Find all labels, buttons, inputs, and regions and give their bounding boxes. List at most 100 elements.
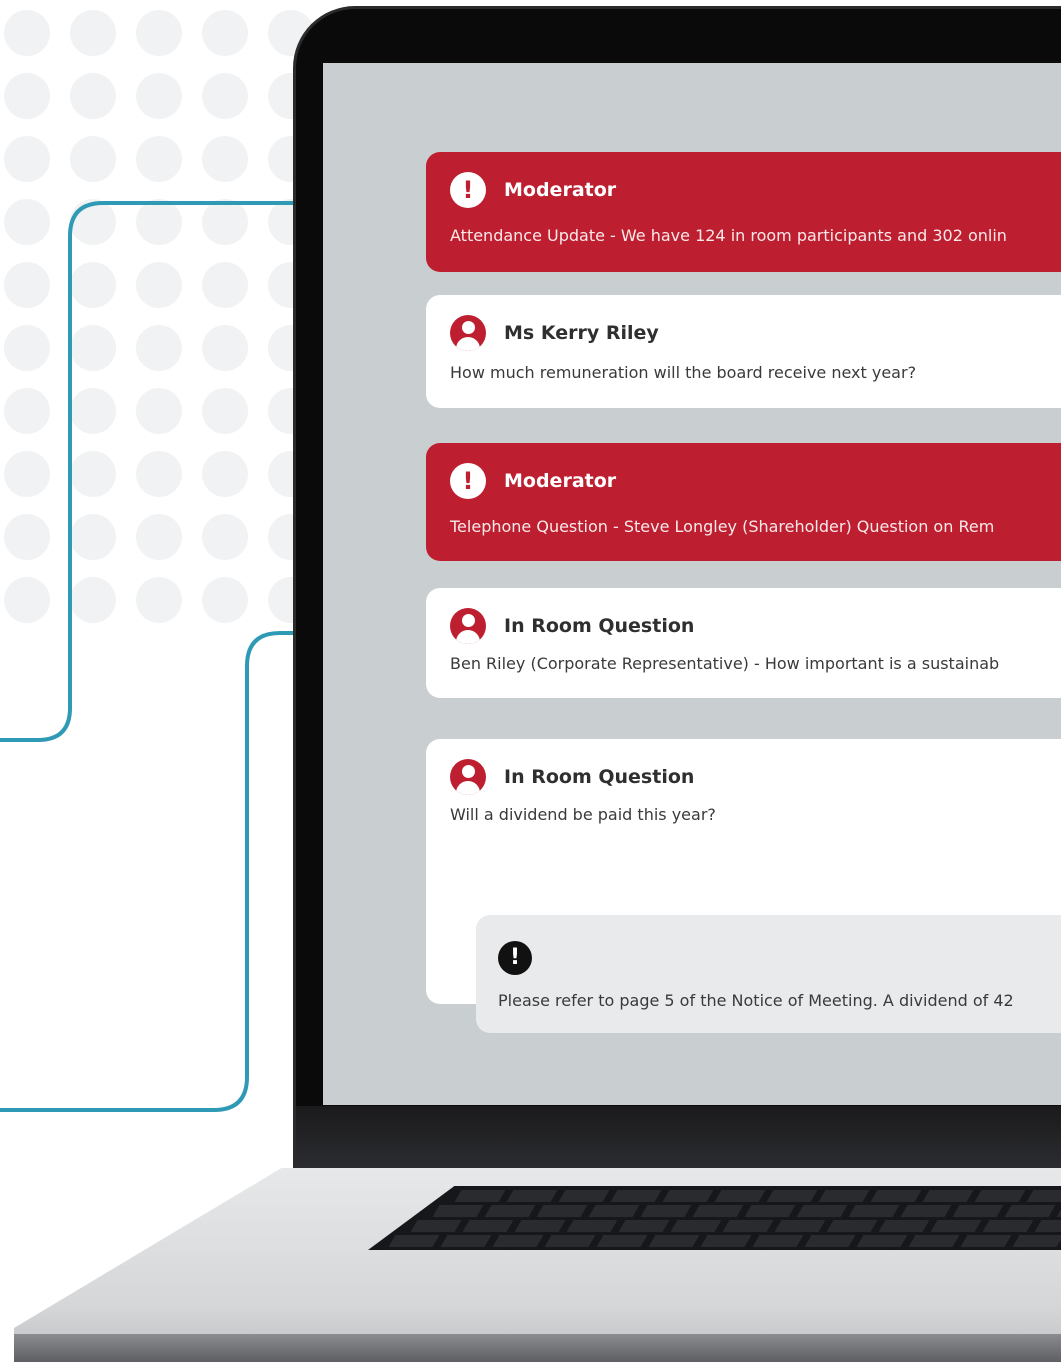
decorative-dot [202, 199, 248, 245]
keyboard-key [536, 1205, 588, 1217]
keyboard-key [1056, 1205, 1061, 1217]
keyboard-key [744, 1205, 796, 1217]
keyboard-key [700, 1235, 752, 1247]
message-author: Moderator [504, 179, 617, 201]
keyboard-key [640, 1205, 692, 1217]
keyboard-key [930, 1220, 982, 1232]
decorative-dot [70, 262, 116, 308]
keyboard-key [1034, 1220, 1061, 1232]
user-icon [450, 315, 486, 351]
message-author: Ms Kerry Riley [504, 322, 659, 344]
decorative-dot [4, 325, 50, 371]
keyboard-key [804, 1235, 856, 1247]
keyboard-key [922, 1190, 974, 1202]
keyboard-key [462, 1220, 514, 1232]
moderator-message-card[interactable]: ! Moderator Telephone Question - Steve L… [426, 443, 1061, 561]
keyboard-key [566, 1220, 618, 1232]
laptop-keyboard [368, 1186, 1061, 1250]
decorative-dot [136, 325, 182, 371]
keyboard-key [492, 1235, 544, 1247]
keyboard-key [596, 1235, 648, 1247]
decorative-dot [202, 325, 248, 371]
decorative-dot [70, 514, 116, 560]
question-message-card[interactable]: Ms Kerry Riley How much remuneration wil… [426, 295, 1061, 408]
decorative-dot [70, 451, 116, 497]
message-text: How much remuneration will the board rec… [450, 363, 917, 382]
decorative-dot [202, 136, 248, 182]
keyboard-key [870, 1190, 922, 1202]
decorative-dot [136, 388, 182, 434]
decorative-dot [136, 73, 182, 119]
decorative-dot [4, 10, 50, 56]
keyboard-key [848, 1205, 900, 1217]
alert-icon: ! [450, 172, 486, 208]
decorative-dot [4, 577, 50, 623]
decorative-dot [136, 262, 182, 308]
alert-icon: ! [450, 463, 486, 499]
keyboard-key [662, 1190, 714, 1202]
keyboard-key [484, 1205, 536, 1217]
keyboard-key [774, 1220, 826, 1232]
user-icon [450, 759, 486, 795]
keyboard-key [714, 1190, 766, 1202]
decorative-dot [4, 388, 50, 434]
message-author: In Room Question [504, 615, 695, 637]
laptop-base-edge [14, 1334, 1061, 1362]
decorative-dot [136, 451, 182, 497]
keyboard-key [544, 1235, 596, 1247]
decorative-dot [70, 136, 116, 182]
decorative-dot [136, 10, 182, 56]
decorative-dot [202, 577, 248, 623]
decorative-dot [70, 577, 116, 623]
message-author: Moderator [504, 470, 617, 492]
keyboard-key [388, 1235, 440, 1247]
question-message-card[interactable]: In Room Question Will a dividend be paid… [426, 739, 1061, 1033]
decorative-dot [70, 10, 116, 56]
keyboard-key [610, 1190, 662, 1202]
keyboard-key [1012, 1235, 1061, 1247]
decorative-dot [4, 451, 50, 497]
decorative-dot [70, 388, 116, 434]
keyboard-key [618, 1220, 670, 1232]
keyboard-row [368, 1205, 1061, 1219]
decorative-dot [4, 73, 50, 119]
decorative-dot [202, 451, 248, 497]
alert-icon: ! [498, 941, 532, 975]
decorative-dot [136, 514, 182, 560]
moderator-message-card[interactable]: ! Moderator Attendance Update - We have … [426, 152, 1061, 272]
decorative-dot [202, 514, 248, 560]
keyboard-key [826, 1220, 878, 1232]
decorative-dot [4, 262, 50, 308]
keyboard-row [368, 1220, 1061, 1234]
decorative-dot [136, 577, 182, 623]
decorative-dot [4, 514, 50, 560]
keyboard-key [960, 1235, 1012, 1247]
decorative-dot [136, 136, 182, 182]
decorative-dot-grid [0, 0, 314, 700]
keyboard-key [454, 1190, 506, 1202]
keyboard-key [432, 1205, 484, 1217]
keyboard-key [670, 1220, 722, 1232]
decorative-dot [70, 199, 116, 245]
keyboard-key [974, 1190, 1026, 1202]
keyboard-key [588, 1205, 640, 1217]
reply-text: Please refer to page 5 of the Notice of … [498, 991, 1014, 1010]
keyboard-key [692, 1205, 744, 1217]
keyboard-key [818, 1190, 870, 1202]
keyboard-key [410, 1220, 462, 1232]
laptop-bezel-bottom [296, 1106, 1061, 1176]
decorative-dot [70, 73, 116, 119]
keyboard-key [1026, 1190, 1061, 1202]
keyboard-key [900, 1205, 952, 1217]
decorative-dot [4, 136, 50, 182]
keyboard-key [878, 1220, 930, 1232]
keyboard-key [766, 1190, 818, 1202]
question-message-card[interactable]: In Room Question Ben Riley (Corporate Re… [426, 588, 1061, 698]
keyboard-row [368, 1190, 1061, 1204]
keyboard-key [856, 1235, 908, 1247]
moderator-reply-box: ! Please refer to page 5 of the Notice o… [476, 915, 1061, 1033]
keyboard-key [648, 1235, 700, 1247]
decorative-dot [202, 388, 248, 434]
keyboard-key [514, 1220, 566, 1232]
keyboard-key [982, 1220, 1034, 1232]
